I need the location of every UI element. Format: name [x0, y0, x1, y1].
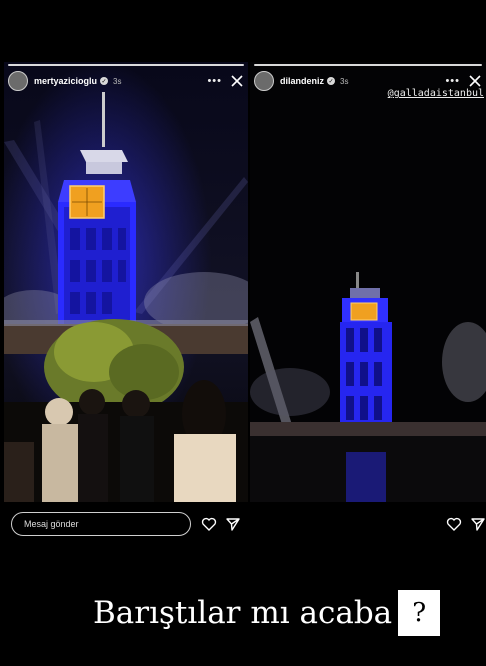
- story-right-photo: [250, 62, 486, 502]
- verified-badge-icon: ✓: [100, 77, 109, 85]
- mention-sticker[interactable]: @galladaistanbul: [387, 88, 484, 99]
- username[interactable]: dilandeniz: [280, 76, 324, 86]
- reply-bar-right: [446, 510, 486, 538]
- heart-icon[interactable]: [446, 516, 462, 532]
- timestamp: 3s: [340, 76, 349, 86]
- story-progress-bar: [8, 64, 244, 66]
- caption-text: Barıştılar mı acaba: [93, 595, 393, 631]
- reply-bar-left: Mesaj gönder: [11, 510, 241, 538]
- story-header: mertyazicioglu ✓ 3s •••: [8, 70, 244, 92]
- timestamp: 3s: [113, 76, 122, 86]
- verified-badge-icon: ✓: [327, 77, 336, 85]
- story-right[interactable]: dilandeniz ✓ 3s ••• @galladaistanbul: [250, 62, 486, 502]
- question-mark-box: ?: [398, 590, 441, 636]
- message-input[interactable]: Mesaj gönder: [11, 512, 191, 536]
- caption: Barıştılar mı acaba ?: [93, 590, 441, 636]
- close-icon[interactable]: [230, 74, 244, 88]
- story-left[interactable]: mertyazicioglu ✓ 3s •••: [4, 62, 248, 502]
- more-dots-icon[interactable]: •••: [207, 75, 222, 87]
- avatar[interactable]: [254, 71, 274, 91]
- close-icon[interactable]: [468, 74, 482, 88]
- heart-icon[interactable]: [201, 516, 217, 532]
- more-dots-icon[interactable]: •••: [445, 75, 460, 87]
- send-icon[interactable]: [225, 516, 241, 532]
- story-progress-bar: [254, 64, 482, 66]
- send-icon[interactable]: [470, 516, 486, 532]
- avatar[interactable]: [8, 71, 28, 91]
- story-left-photo: [4, 62, 248, 502]
- username[interactable]: mertyazicioglu: [34, 76, 97, 86]
